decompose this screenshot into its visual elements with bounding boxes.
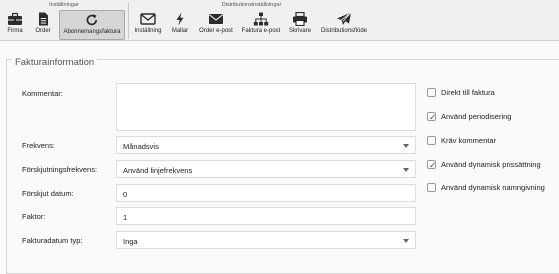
- abonnemangsfaktura-button[interactable]: Abonnemangsfaktura: [59, 10, 125, 40]
- faktor-label: Faktor:: [22, 212, 46, 221]
- frekvens-select[interactable]: Månadsvis: [116, 136, 416, 154]
- paper-plane-icon: [337, 12, 352, 25]
- group-title-installningar: Inställningar: [49, 2, 79, 8]
- faktura-epost-label: Faktura e-post: [241, 28, 281, 34]
- fakturadatum-typ-value: Inga: [123, 237, 138, 246]
- kommentar-textarea[interactable]: [116, 83, 416, 131]
- distributionsflode-button[interactable]: Distributionsflöde: [318, 10, 370, 40]
- installning-button[interactable]: Inställning: [132, 10, 164, 40]
- checkbox-box[interactable]: ✓: [427, 112, 437, 122]
- order-label: Order: [35, 28, 51, 34]
- forskjut-datum-input[interactable]: 0: [116, 184, 416, 202]
- chevron-down-icon: [403, 168, 409, 172]
- fakturadatum-typ-label: Fakturadatum typ:: [22, 236, 83, 245]
- forskjutningsfrekvens-select[interactable]: Använd linjefrekvens: [116, 160, 416, 178]
- kommentar-label: Kommentar:: [22, 89, 63, 98]
- abonnemangsfaktura-label: Abonnemangsfaktura: [63, 29, 121, 35]
- checkmark-icon: ✓: [429, 112, 437, 122]
- faktura-epost-button[interactable]: Faktura e-post: [239, 10, 283, 40]
- order-epost-label: Order e-post: [199, 28, 233, 34]
- group-installningar: Inställningar Firma Order Abonnemangsfak…: [0, 0, 129, 40]
- skrivare-label: Skrivare: [288, 28, 311, 34]
- forskjutningsfrekvens-label: Förskjutningsfrekvens:: [22, 165, 98, 174]
- refresh-icon: [86, 14, 98, 26]
- frekvens-label: Frekvens:: [22, 141, 55, 150]
- section-title: Fakturainformation: [12, 57, 98, 68]
- direkt-till-faktura-label: Direkt till faktura: [441, 88, 495, 97]
- order-button[interactable]: Order: [31, 10, 55, 40]
- chevron-down-icon: [403, 144, 409, 148]
- krav-kommentar-label: Kräv kommentar: [441, 136, 497, 145]
- dynamisk-namngivning-label: Använd dynamisk namngivning: [441, 183, 545, 192]
- distributionsflode-label: Distributionsflöde: [320, 28, 368, 34]
- order-epost-button[interactable]: Order e-post: [196, 10, 236, 40]
- sitemap-icon: [253, 12, 269, 26]
- checkbox-box[interactable]: ✓: [427, 160, 437, 170]
- checkbox-box[interactable]: [427, 88, 436, 97]
- lightning-icon: [176, 12, 184, 26]
- frekvens-value: Månadsvis: [123, 142, 159, 151]
- installning-label: Inställning: [134, 28, 162, 34]
- checkbox-box[interactable]: [427, 136, 436, 145]
- faktor-input[interactable]: 1: [116, 207, 416, 225]
- firma-label: Firma: [7, 28, 23, 34]
- firma-button[interactable]: Firma: [3, 10, 27, 40]
- forskjut-datum-label: Förskjut datum:: [22, 189, 74, 198]
- envelope-icon: [140, 13, 156, 25]
- anvand-periodisering-label: Använd periodisering: [441, 112, 512, 121]
- dynamisk-prissattning-label: Använd dynamisk prissättning: [441, 160, 541, 169]
- checkmark-icon: ✓: [429, 160, 437, 170]
- fakturadatum-typ-select[interactable]: Inga: [116, 231, 416, 249]
- mallar-button[interactable]: Mallar: [168, 10, 192, 40]
- skrivare-button[interactable]: Skrivare: [286, 10, 314, 40]
- checkbox-box[interactable]: [427, 183, 436, 192]
- document-icon: [39, 12, 48, 26]
- chevron-down-icon: [403, 239, 409, 243]
- envelope-icon: [209, 14, 223, 24]
- briefcase-icon: [8, 12, 22, 25]
- group-title-distribution: Distributionsinställningar: [221, 2, 282, 8]
- ribbon-toolbar: Inställningar Firma Order Abonnemangsfak…: [0, 0, 559, 41]
- mallar-label: Mallar: [171, 28, 189, 34]
- printer-icon: [293, 12, 307, 26]
- forskjutningsfrekvens-value: Använd linjefrekvens: [123, 166, 193, 175]
- group-distribution: Distributionsinställningar Inställning M…: [129, 0, 374, 40]
